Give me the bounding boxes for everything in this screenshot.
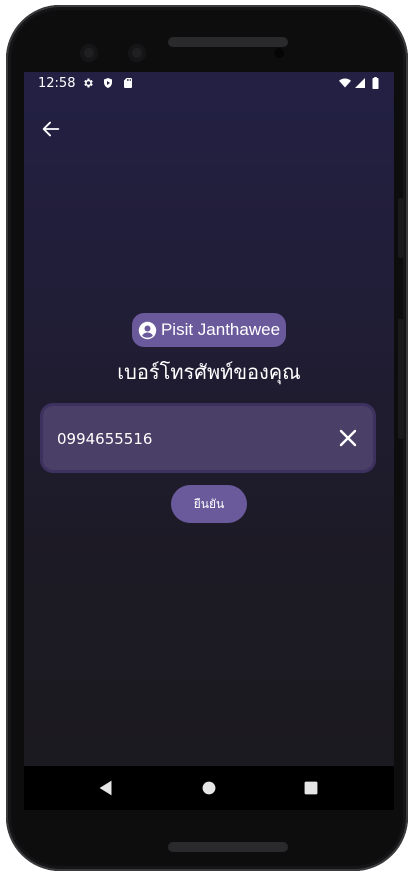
bottom-speaker (168, 842, 288, 852)
battery-icon (372, 77, 379, 89)
volume-button (398, 319, 404, 439)
home-circle-icon[interactable] (198, 777, 220, 799)
shield-play-icon (104, 78, 112, 88)
profile-name: Pisit Janthawee (160, 320, 281, 339)
app-screen: 12:58 Pisit Janthawee เบอร์โทรศัพท์ของคุ… (24, 72, 394, 810)
status-time: 12:58 (38, 76, 76, 91)
settings-icon (84, 78, 93, 88)
profile-chip: Pisit Janthawee (132, 313, 286, 347)
earpiece-speaker (168, 37, 288, 47)
system-nav-bar (24, 766, 394, 810)
account-circle-icon (138, 321, 157, 339)
wifi-icon (339, 78, 351, 88)
back-triangle-icon[interactable] (95, 777, 117, 799)
phone-number-input[interactable] (55, 424, 319, 454)
close-icon[interactable] (336, 426, 360, 450)
sd-card-icon (124, 78, 132, 88)
front-camera-icon (128, 44, 146, 62)
signal-icon (355, 78, 365, 88)
status-bar: 12:58 (24, 72, 394, 96)
power-button (398, 198, 404, 258)
confirm-button[interactable]: ยืนยัน (171, 485, 247, 523)
front-camera-icon (80, 44, 98, 62)
proximity-sensor (274, 48, 284, 58)
page-title: เบอร์โทรศัพท์ของคุณ (117, 360, 301, 384)
recents-square-icon[interactable] (300, 777, 322, 799)
phone-field-container (43, 406, 373, 470)
arrow-left-icon[interactable] (40, 118, 62, 140)
